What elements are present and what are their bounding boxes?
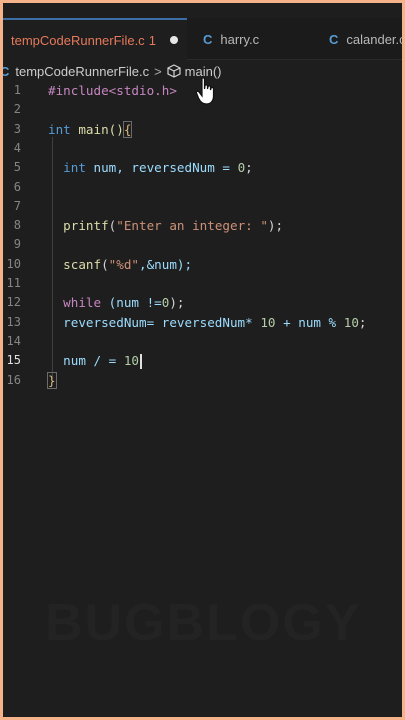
code-token: (num !=	[101, 295, 162, 311]
line-number: 15	[6, 353, 21, 368]
code-text[interactable]: printf("Enter an integer: ");	[48, 216, 283, 235]
line-number: 6	[13, 179, 21, 194]
code-line[interactable]: 4	[3, 139, 402, 158]
code-text[interactable]: int num, reversedNum = 0;	[48, 158, 253, 177]
code-token: ,&num);	[139, 256, 193, 272]
text-caret	[140, 354, 142, 370]
code-line[interactable]: 9	[3, 235, 402, 254]
code-line[interactable]: 16}	[3, 371, 402, 390]
code-line[interactable]: 8 printf("Enter an integer: ");	[3, 216, 402, 235]
code-token: reversedNum= reversedNum*	[48, 314, 261, 330]
line-number: 7	[13, 198, 21, 213]
code-token: num, reversedNum =	[85, 160, 238, 176]
line-number: 10	[6, 256, 21, 271]
code-text[interactable]: num / = 10	[48, 351, 142, 370]
code-text[interactable]: #include<stdio.h>	[48, 81, 177, 100]
c-file-icon: C	[3, 63, 10, 79]
code-line[interactable]: 10 scanf("%d",&num);	[3, 255, 402, 274]
line-number: 3	[13, 121, 21, 136]
code-line[interactable]: 14	[3, 332, 402, 351]
code-line[interactable]: 7	[3, 197, 402, 216]
code-token: );	[169, 295, 185, 311]
code-token: while	[48, 295, 102, 311]
code-text[interactable]: }	[47, 371, 57, 390]
c-file-icon: C	[203, 31, 213, 47]
code-token: #include<stdio.h>	[48, 83, 177, 98]
code-line[interactable]: 11	[3, 274, 402, 293]
code-token: num / =	[48, 353, 124, 369]
line-number: 1	[13, 83, 21, 97]
code-line[interactable]: 5 int num, reversedNum = 0;	[3, 158, 402, 177]
line-number: 11	[6, 276, 21, 290]
tab-label: calander.c	[346, 31, 402, 47]
tab-harry[interactable]: C harry.c	[203, 18, 259, 60]
code-line[interactable]: 12 while (num !=0);	[3, 293, 402, 312]
problem-count-badge: 1	[148, 32, 156, 48]
tab-label: harry.c	[220, 31, 260, 47]
code-token: {	[122, 120, 133, 138]
line-number: 5	[13, 160, 21, 175]
hand-cursor-icon	[195, 77, 215, 105]
line-number: 4	[13, 140, 21, 155]
line-number: 14	[6, 333, 21, 348]
code-token: (	[101, 256, 109, 272]
code-token: printf	[48, 218, 109, 234]
code-line[interactable]: 6	[3, 178, 402, 197]
line-number: 13	[6, 314, 21, 329]
code-line[interactable]: 15 num / = 10	[3, 351, 402, 370]
line-number: 9	[13, 237, 21, 252]
code-token: );	[267, 218, 284, 234]
code-text[interactable]: reversedNum= reversedNum* 10 + num % 10;	[48, 313, 367, 332]
code-line[interactable]: 13 reversedNum= reversedNum* 10 + num % …	[3, 313, 402, 332]
code-token: main()	[70, 121, 124, 137]
unsaved-dot-icon[interactable]	[169, 36, 178, 44]
code-token: "%d"	[108, 256, 140, 272]
code-token: 10	[343, 314, 359, 330]
code-line[interactable]: 3 int main(){	[3, 120, 402, 139]
tab-tempcoderunnerfile[interactable]: tempCodeRunnerFile.c 1	[3, 18, 187, 60]
code-token: ;	[358, 314, 367, 330]
tab-calander[interactable]: C calander.c	[329, 18, 402, 60]
line-number: 2	[13, 102, 21, 117]
c-file-icon: C	[329, 31, 339, 47]
line-number: 12	[6, 295, 21, 310]
code-token: scanf	[48, 256, 102, 272]
editor-window: tempCodeRunnerFile.c 1 C harry.c C calan…	[3, 3, 402, 717]
code-token: 10	[123, 353, 139, 369]
breadcrumb-file[interactable]: tempCodeRunnerFile.c	[15, 64, 149, 79]
line-number: 8	[13, 218, 21, 233]
line-number: 16	[6, 372, 21, 387]
code-text[interactable]: while (num !=0);	[48, 293, 185, 312]
code-token: int	[48, 121, 71, 137]
code-token: 10	[260, 314, 276, 330]
breadcrumb-separator: >	[154, 63, 162, 79]
cube-icon	[167, 64, 181, 78]
code-token: "Enter an integer: "	[116, 218, 268, 234]
code-text[interactable]: scanf("%d",&num);	[48, 255, 192, 274]
watermark: BUGBLOGY	[45, 594, 362, 652]
code-token: int	[48, 160, 86, 176]
code-editor[interactable]: 1 #include<stdio.h> 2 3 int main(){4 5 int nu…	[3, 80, 402, 640]
code-token: }	[47, 371, 57, 389]
tab-label: tempCodeRunnerFile.c	[11, 32, 145, 48]
code-token: + num %	[275, 314, 344, 330]
code-text[interactable]: int main(){	[48, 120, 133, 139]
code-token: ;	[245, 160, 253, 176]
tab-bar: tempCodeRunnerFile.c 1 C harry.c C calan…	[3, 18, 402, 60]
